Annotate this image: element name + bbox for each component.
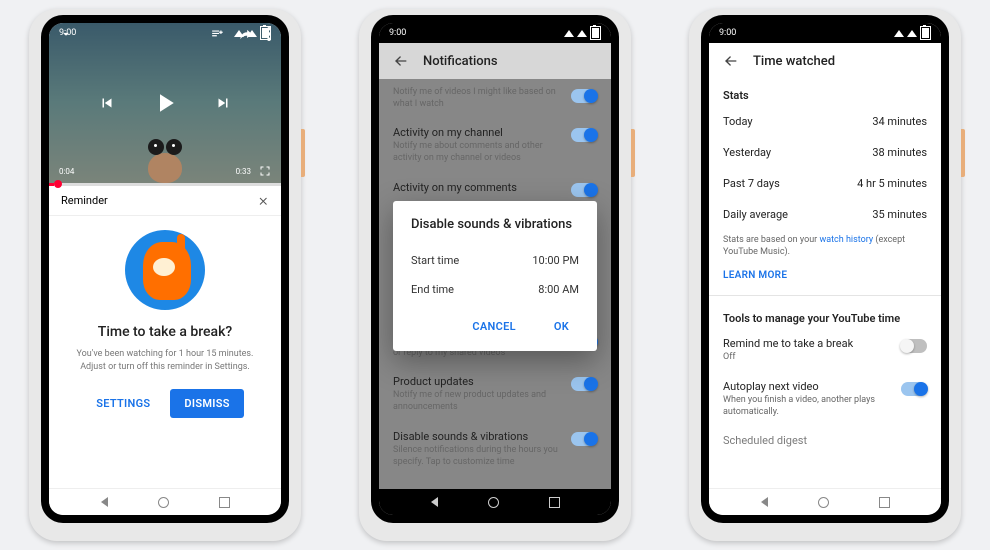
- nav-home-icon[interactable]: [158, 497, 169, 508]
- android-navbar: [709, 488, 941, 515]
- toggle-switch[interactable]: [901, 382, 927, 396]
- toggle-switch[interactable]: [571, 432, 597, 446]
- tool-row[interactable]: Autoplay next videoWhen you finish a vid…: [709, 372, 941, 426]
- toggle-switch[interactable]: [571, 183, 597, 197]
- notification-row[interactable]: Product updatesNotify me of new product …: [379, 367, 611, 421]
- page-title: Time watched: [753, 54, 835, 69]
- status-bar: 9:00: [379, 23, 611, 43]
- stat-row: Daily average35 minutes: [709, 199, 941, 230]
- signal-icon: [577, 30, 587, 37]
- reminder-label: Reminder: [61, 194, 108, 207]
- play-icon[interactable]: [150, 88, 180, 118]
- break-subtitle: You've been watching for 1 hour 15 minut…: [77, 348, 254, 373]
- page-header: Time watched: [709, 43, 941, 79]
- nav-home-icon[interactable]: [818, 497, 829, 508]
- fullscreen-icon[interactable]: [259, 165, 271, 177]
- dismiss-button[interactable]: DISMISS: [170, 389, 243, 418]
- modal-backdrop[interactable]: Notify me of videos I might like based o…: [379, 79, 611, 489]
- status-bar: 9:00: [49, 23, 281, 43]
- nav-recent-icon[interactable]: [549, 497, 560, 508]
- settings-button[interactable]: SETTINGS: [86, 389, 160, 418]
- signal-icon: [907, 30, 917, 37]
- screen-1: 9:00 0:0: [49, 23, 281, 515]
- signal-icon: [247, 30, 257, 37]
- video-player[interactable]: 0:04 0:33: [49, 23, 281, 183]
- previous-icon[interactable]: [98, 94, 116, 112]
- notification-row[interactable]: Disable sounds & vibrationsSilence notif…: [379, 422, 611, 476]
- toggle-switch[interactable]: [571, 377, 597, 391]
- status-bar: 9:00: [709, 23, 941, 43]
- wifi-icon: [234, 30, 244, 37]
- stage: 9:00 0:0: [0, 0, 990, 550]
- divider: [709, 295, 941, 296]
- end-time-row[interactable]: End time8:00 AM: [411, 275, 579, 304]
- watch-history-link[interactable]: watch history: [819, 235, 873, 245]
- toggle-switch[interactable]: [901, 339, 927, 353]
- toggle-switch[interactable]: [571, 89, 597, 103]
- status-time: 9:00: [59, 28, 76, 38]
- status-time: 9:00: [389, 28, 406, 38]
- status-time: 9:00: [719, 28, 736, 38]
- wifi-icon: [564, 30, 574, 37]
- notification-row[interactable]: Notify me of videos I might like based o…: [379, 79, 611, 118]
- stats-heading: Stats: [709, 79, 941, 106]
- dialog: Disable sounds & vibrations Start time10…: [393, 201, 597, 351]
- close-icon[interactable]: [257, 195, 269, 207]
- phone-mockup-2: 9:00 Notifications Notify me of videos I…: [359, 9, 631, 541]
- notification-row[interactable]: Activity on my comments: [379, 173, 611, 205]
- content: Stats Today34 minutes Yesterday38 minute…: [709, 79, 941, 488]
- stat-row: Past 7 days4 hr 5 minutes: [709, 168, 941, 199]
- toggle-switch[interactable]: [571, 128, 597, 142]
- phone-mockup-3: 9:00 Time watched Stats Today34 minutes …: [689, 9, 961, 541]
- tool-row[interactable]: Remind me to take a breakOff: [709, 329, 941, 372]
- video-progress[interactable]: [49, 183, 281, 186]
- battery-icon: [590, 26, 601, 40]
- tool-row[interactable]: Scheduled digest: [709, 426, 941, 455]
- break-illustration: [125, 230, 205, 310]
- screen-2: 9:00 Notifications Notify me of videos I…: [379, 23, 611, 515]
- nav-back-icon[interactable]: [761, 497, 768, 507]
- learn-more-link[interactable]: LEARN MORE: [709, 262, 941, 289]
- nav-back-icon[interactable]: [101, 497, 108, 507]
- page-header: Notifications: [379, 43, 611, 79]
- nav-recent-icon[interactable]: [219, 497, 230, 508]
- android-navbar: [379, 489, 611, 515]
- nav-home-icon[interactable]: [488, 497, 499, 508]
- video-current-time: 0:04: [59, 167, 74, 176]
- stat-row: Yesterday38 minutes: [709, 137, 941, 168]
- break-title: Time to take a break?: [98, 324, 232, 340]
- phone-mockup-1: 9:00 0:0: [29, 9, 301, 541]
- page-title: Notifications: [423, 54, 498, 69]
- stats-note: Stats are based on your watch history (e…: [709, 230, 941, 262]
- wifi-icon: [894, 30, 904, 37]
- video-duration: 0:33: [236, 167, 251, 176]
- nav-back-icon[interactable]: [431, 497, 438, 507]
- next-icon[interactable]: [214, 94, 232, 112]
- back-icon[interactable]: [723, 53, 739, 69]
- nav-recent-icon[interactable]: [879, 497, 890, 508]
- dialog-title: Disable sounds & vibrations: [411, 217, 579, 232]
- ok-button[interactable]: OK: [544, 312, 579, 341]
- stat-row: Today34 minutes: [709, 106, 941, 137]
- battery-icon: [920, 26, 931, 40]
- break-card: Time to take a break? You've been watchi…: [49, 216, 281, 488]
- tools-heading: Tools to manage your YouTube time: [709, 302, 941, 329]
- back-icon[interactable]: [393, 53, 409, 69]
- screen-3: 9:00 Time watched Stats Today34 minutes …: [709, 23, 941, 515]
- notification-row[interactable]: Activity on my channelNotify me about co…: [379, 118, 611, 172]
- battery-icon: [260, 26, 271, 40]
- cancel-button[interactable]: CANCEL: [462, 312, 525, 341]
- start-time-row[interactable]: Start time10:00 PM: [411, 246, 579, 275]
- android-navbar: [49, 488, 281, 515]
